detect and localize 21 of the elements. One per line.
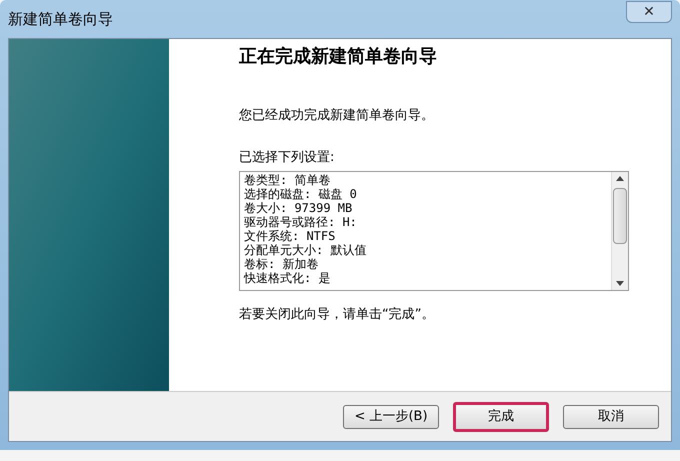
wizard-button[interactable]: < 上一步(B)	[343, 404, 439, 428]
setting-line: 分配单元大小: 默认值	[244, 243, 368, 257]
setting-line: 卷大小: 97399 MB	[244, 201, 354, 215]
settings-label: 已选择下列设置:	[239, 148, 336, 166]
setting-line: 卷类型: 简单卷	[244, 173, 332, 187]
hint-text: 若要关闭此向导，请单击“完成”。	[239, 306, 436, 324]
scrollbar-thumb[interactable]	[613, 188, 627, 244]
setting-line: 文件系统: NTFS	[244, 229, 336, 243]
scroll-up-icon[interactable]	[616, 176, 624, 181]
wizard-button[interactable]: 完成	[453, 402, 549, 432]
scrollbar[interactable]	[611, 172, 628, 290]
setting-line: 卷标: 新加卷	[244, 257, 320, 271]
scroll-down-icon[interactable]	[616, 281, 624, 286]
setting-line: 快速格式化: 是	[244, 271, 332, 285]
setting-line: 驱动器号或路径: H:	[244, 215, 358, 229]
setting-line: 选择的磁盘: 磁盘 0	[244, 187, 358, 201]
wizard-button[interactable]: 取消	[563, 404, 659, 428]
wizard-heading: 正在完成新建简单卷向导	[239, 45, 438, 69]
close-button[interactable]: ✕	[626, 1, 672, 23]
window-title: 新建简单卷向导	[8, 8, 113, 30]
intro-text: 您已经成功完成新建简单卷向导。	[239, 107, 435, 125]
